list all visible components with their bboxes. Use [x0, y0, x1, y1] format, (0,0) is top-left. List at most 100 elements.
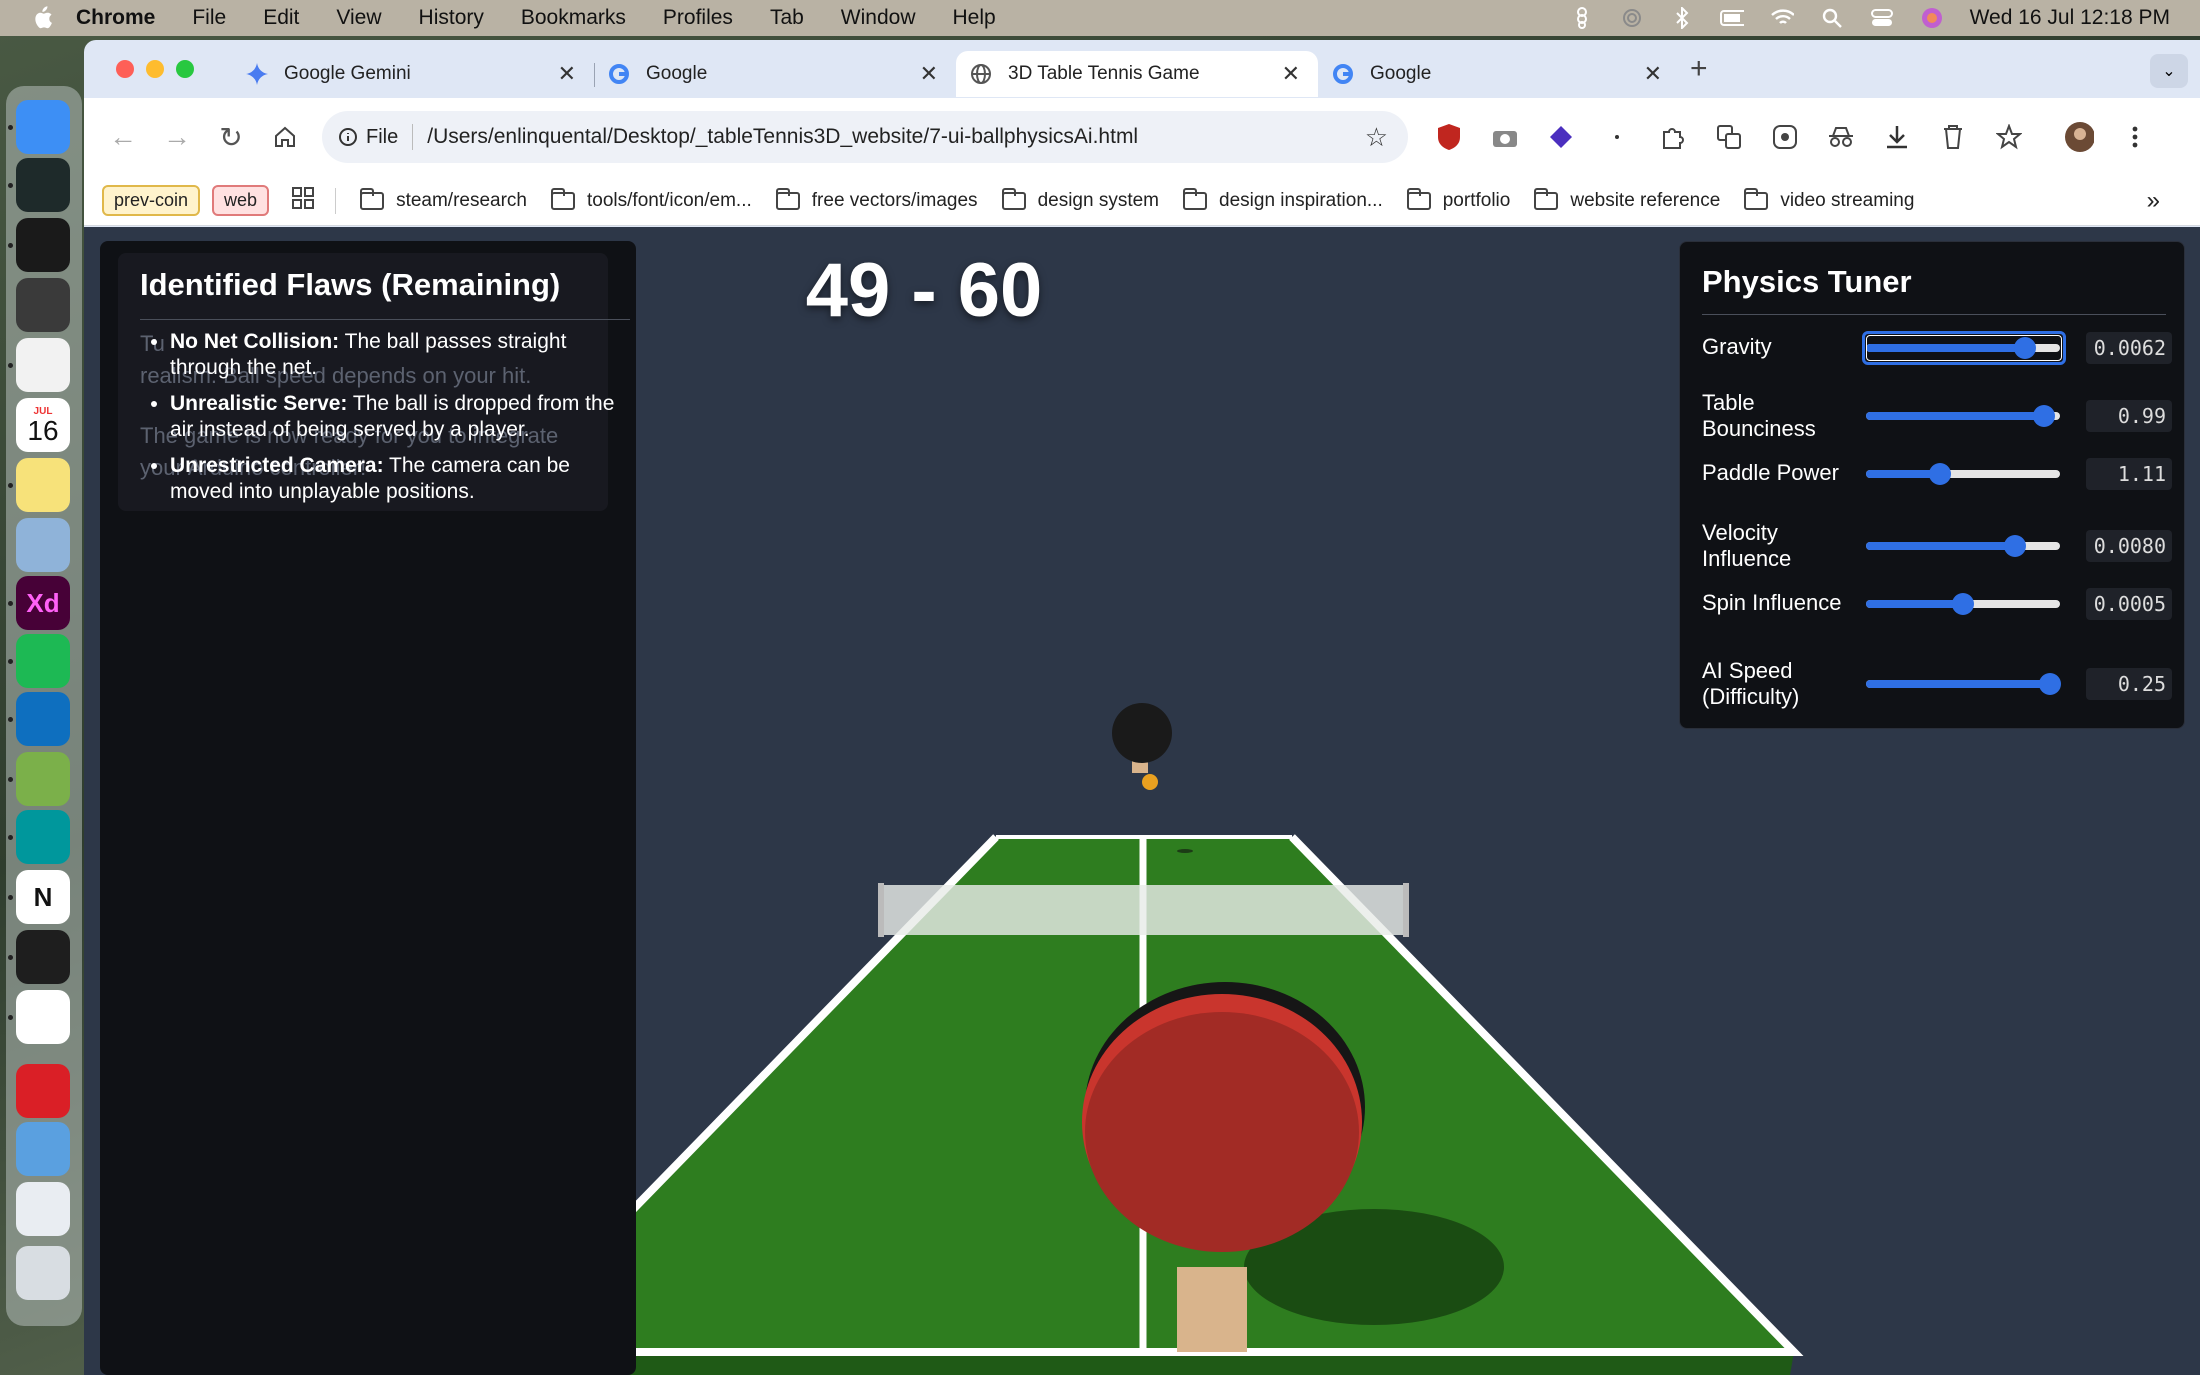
dock-app-arduino[interactable]	[16, 810, 70, 864]
dock-app-adobe-xd[interactable]: Xd	[16, 576, 70, 630]
tab-close-icon[interactable]: ✕	[1644, 61, 1662, 87]
close-window-button[interactable]	[116, 60, 134, 78]
tab-3d-table-tennis[interactable]: 3D Table Tennis Game ✕	[956, 51, 1318, 97]
dock-app-screenshot[interactable]	[16, 1182, 70, 1236]
dock-app-calculator[interactable]	[16, 278, 70, 332]
minimize-window-button[interactable]	[146, 60, 164, 78]
slider-handle[interactable]	[1952, 593, 1974, 615]
tab-close-icon[interactable]: ✕	[558, 61, 576, 87]
maximize-window-button[interactable]	[176, 60, 194, 78]
figma-status-icon[interactable]	[1570, 7, 1594, 29]
slider-fill	[1866, 412, 2045, 420]
dock-app-creative-cloud[interactable]	[16, 1064, 70, 1118]
bookmark-folder-design-system[interactable]: design system	[1001, 187, 1159, 212]
puzzle-extension-icon[interactable]	[1658, 122, 1688, 152]
bookmark-star-icon[interactable]: ☆	[1365, 122, 1388, 153]
menu-tab[interactable]: Tab	[770, 6, 804, 30]
site-info-icon[interactable]	[336, 125, 360, 149]
slider-handle[interactable]	[2039, 673, 2062, 695]
new-tab-button[interactable]: +	[1690, 52, 1708, 86]
menu-edit[interactable]: Edit	[263, 6, 299, 30]
bookmark-folder-design-inspiration[interactable]: design inspiration...	[1183, 187, 1383, 212]
bookmark-folder-tools[interactable]: tools/font/icon/em...	[551, 187, 752, 212]
incognito-extension-icon[interactable]	[1826, 122, 1856, 152]
menubar-clock[interactable]: Wed 16 Jul 12:18 PM	[1970, 6, 2170, 30]
tab-google-2[interactable]: Google ✕	[1318, 51, 1680, 97]
bookmark-chip-prev-coin[interactable]: prev-coin	[102, 185, 201, 216]
menu-history[interactable]: History	[419, 6, 484, 30]
dock-app-figma[interactable]	[16, 930, 70, 984]
tuner-slider[interactable]	[1866, 673, 2062, 695]
dock-app-spotify[interactable]	[16, 634, 70, 688]
dock-app-trash[interactable]	[16, 1246, 70, 1300]
profile-avatar[interactable]	[2064, 122, 2094, 152]
game-viewport[interactable]: Tu realism. Ball speed depends on your h…	[84, 227, 2200, 1375]
dock-app-finder[interactable]	[16, 100, 70, 154]
dock-app-activity-monitor[interactable]	[16, 158, 70, 212]
dock-app-downloads[interactable]	[16, 1122, 70, 1176]
bookmark-folder-vectors[interactable]: free vectors/images	[775, 187, 978, 212]
menu-profiles[interactable]: Profiles	[663, 6, 733, 30]
slider-handle[interactable]	[2004, 535, 2027, 557]
physics-tuner-panel: Physics Tuner Gravity 0.0062 Table Bouncin…	[1679, 241, 2185, 729]
menu-bookmarks[interactable]: Bookmarks	[521, 6, 626, 30]
menu-help[interactable]: Help	[953, 6, 996, 30]
dock-app-terminal[interactable]	[16, 218, 70, 272]
menu-file[interactable]: File	[192, 6, 226, 30]
dock-app-vs-code[interactable]	[16, 692, 70, 746]
slider-handle[interactable]	[1928, 463, 1951, 485]
address-bar[interactable]: File /Users/enlinquental/Desktop/_tableT…	[322, 111, 1408, 163]
menu-app-name[interactable]: Chrome	[76, 6, 155, 30]
forward-button[interactable]: →	[162, 121, 192, 152]
bookmark-folder-steam[interactable]: steam/research	[360, 187, 527, 212]
spotlight-search-icon[interactable]	[1820, 7, 1844, 29]
wifi-icon[interactable]	[1770, 7, 1794, 29]
tab-close-icon[interactable]: ✕	[920, 61, 938, 87]
dot-extension-icon[interactable]	[1602, 122, 1632, 152]
download-icon[interactable]	[1882, 122, 1912, 152]
tab-close-icon[interactable]: ✕	[1282, 61, 1300, 87]
apps-grid-icon[interactable]	[291, 186, 315, 216]
home-button[interactable]	[270, 122, 300, 152]
tuner-slider[interactable]	[1866, 535, 2060, 557]
dock-app-preview[interactable]	[16, 518, 70, 572]
favorites-star-icon[interactable]	[1994, 122, 2024, 152]
tuner-slider[interactable]	[1866, 463, 2060, 485]
bookmarks-overflow-icon[interactable]: »	[2147, 187, 2160, 215]
bookmark-folder-portfolio[interactable]: portfolio	[1406, 187, 1510, 212]
bookmark-chip-web[interactable]: web	[212, 185, 270, 216]
trash-extension-icon[interactable]	[1938, 122, 1968, 152]
lens-icon[interactable]	[1770, 122, 1800, 152]
ublock-extension-icon[interactable]	[1434, 122, 1464, 152]
dock-app-script-editor[interactable]	[16, 752, 70, 806]
tab-search-chevron-icon[interactable]: ⌄	[2150, 54, 2188, 88]
dock-app-photos[interactable]	[16, 338, 70, 392]
reload-button[interactable]: ↻	[216, 122, 246, 153]
menu-view[interactable]: View	[336, 6, 381, 30]
bluetooth-icon[interactable]	[1670, 7, 1694, 29]
dock-app-notion[interactable]: N	[16, 870, 70, 924]
menu-window[interactable]: Window	[841, 6, 916, 30]
apple-icon[interactable]	[30, 6, 54, 30]
dock-app-notes[interactable]	[16, 458, 70, 512]
slider-handle[interactable]	[2033, 405, 2056, 427]
layers-extension-icon[interactable]	[1546, 122, 1576, 152]
back-button[interactable]: ←	[108, 121, 138, 152]
tuner-slider[interactable]	[1866, 405, 2060, 427]
tab-google-gemini[interactable]: Google Gemini ✕	[232, 51, 595, 97]
siri-icon[interactable]	[1920, 7, 1944, 29]
url-text[interactable]: /Users/enlinquental/Desktop/_tableTennis…	[427, 125, 1138, 149]
translate-icon[interactable]	[1714, 122, 1744, 152]
battery-icon[interactable]	[1719, 7, 1744, 29]
dock-app-chrome[interactable]	[16, 990, 70, 1044]
camera-extension-icon[interactable]	[1490, 122, 1520, 152]
fingerprint-icon[interactable]	[1620, 7, 1644, 29]
bookmark-folder-video-streaming[interactable]: video streaming	[1744, 187, 1914, 212]
more-menu-icon[interactable]	[2120, 122, 2150, 152]
folder-icon	[1744, 187, 1769, 210]
bookmark-folder-website-reference[interactable]: website reference	[1534, 187, 1720, 212]
dock-app-calendar[interactable]: JUL 16	[16, 398, 70, 452]
control-center-icon[interactable]	[1870, 7, 1894, 29]
tuner-slider[interactable]	[1866, 593, 2060, 615]
tab-google-1[interactable]: Google ✕	[594, 51, 956, 97]
